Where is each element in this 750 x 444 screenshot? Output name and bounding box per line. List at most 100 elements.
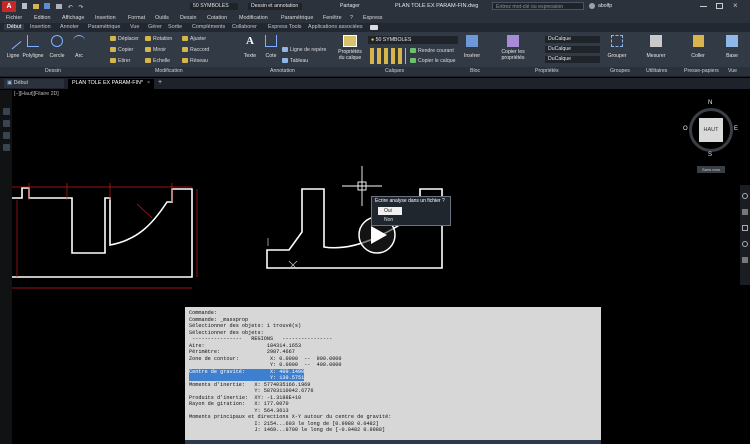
menu-fichier[interactable]: Fichier [6,15,22,21]
menu-affichage[interactable]: Affichage [62,15,84,21]
share-button[interactable]: Partager [340,3,360,9]
close-icon[interactable]: × [733,1,738,10]
compass-east[interactable]: E [734,126,738,132]
new-tab-icon[interactable]: + [158,79,162,86]
undo-icon[interactable]: ↶ [68,5,73,11]
tab-annoter[interactable]: Annoter [60,24,79,30]
doc-tab-drawing[interactable]: PLAN TOLE EX PARAM-FIN* × [68,79,154,89]
menu-help[interactable]: ? [350,15,353,21]
group-label-modification[interactable]: Modification [155,68,183,74]
menu-edition[interactable]: Edition [34,15,50,21]
leader-tool[interactable]: Ligne de repère [282,47,326,53]
group-label-dessin[interactable]: Dessin [45,68,61,74]
zoom-icon[interactable] [742,225,748,231]
palette-icon-2[interactable] [3,120,10,127]
compass-south[interactable]: S [708,152,712,158]
tab-parametrique[interactable]: Paramétrique [88,24,120,30]
user-icon[interactable] [589,3,595,9]
fillet-tool[interactable]: Raccord [182,47,209,53]
menu-insertion[interactable]: Insertion [95,15,116,21]
match-properties-tool[interactable]: Copier les propriétés [498,35,528,65]
tab-applications-associees[interactable]: Applications associées [308,24,363,30]
menu-fenetre[interactable]: Fenêtre [323,15,342,21]
menu-outils[interactable]: Outils [155,15,169,21]
compass-north[interactable]: N [708,100,712,106]
lineweight-dropdown[interactable]: DuCalque [545,56,600,63]
tab-insertion[interactable]: Insertion [30,24,51,30]
tab-close-icon[interactable]: × [147,80,150,86]
group-label-calques[interactable]: Calques [385,68,404,74]
scale-tool[interactable]: Echelle [145,58,170,64]
group-label-bloc[interactable]: Bloc [470,68,480,74]
maximize-icon[interactable] [716,3,723,9]
command-history-window[interactable]: Commande: Commande: _massprop Sélectionn… [185,307,601,444]
group-label-proprietes[interactable]: Propriétés [535,68,559,74]
workspace-dropdown[interactable]: Dessin et annotation [248,3,302,10]
search-input[interactable]: Entrez mot-clé ou expression [492,2,584,10]
tab-debut[interactable]: Début [4,24,25,30]
make-current-button[interactable]: Rendre courant [410,48,454,54]
tab-gerer[interactable]: Gérer [148,24,162,30]
tab-express-tools[interactable]: Express Tools [268,24,301,30]
tab-collaborer[interactable]: Collaborer [232,24,257,30]
nav-wheel-icon[interactable] [742,193,748,199]
stretch-tool[interactable]: Etirer [110,58,130,64]
ribbon-toggle-icon[interactable] [370,25,378,30]
open-icon[interactable] [32,4,39,9]
save-icon[interactable] [44,3,51,9]
menu-express[interactable]: Express [363,15,382,21]
measure-tool[interactable]: Mesurer [645,35,667,63]
menu-format[interactable]: Format [128,15,145,21]
copy-to-layer-button[interactable]: Copier le calque [410,58,456,64]
palette-icon-4[interactable] [3,144,10,151]
group-label-annotation[interactable]: Annotation [270,68,295,74]
showmotion-icon[interactable] [742,257,748,263]
user-name[interactable]: abolfp [598,3,612,9]
table-tool[interactable]: Tableau [282,58,308,64]
dialog-option-no-box[interactable]: Non [378,216,402,224]
command-input-bar[interactable] [185,440,601,444]
paste-tool[interactable]: Coller [688,35,708,63]
layer-color-dropdown[interactable]: DuCalque [545,36,600,43]
circle-tool[interactable]: Cercle [48,35,66,63]
array-tool[interactable]: Réseau [182,58,208,64]
arc-tool[interactable]: Arc [70,35,88,63]
tab-sortie[interactable]: Sortie [168,24,182,30]
line-tool[interactable]: Ligne [4,32,22,63]
quick-layer-dropdown[interactable]: 50 SYMBOLES [190,3,238,10]
group-label-vue[interactable]: Vue [728,68,737,74]
viewcube-top-face[interactable]: HAUT [699,118,723,142]
insert-block-tool[interactable]: Insérer [463,35,481,63]
wcs-dropdown[interactable]: Sans nom [697,166,725,173]
dialog-option-yes-box[interactable]: Oui [378,207,402,215]
pan-icon[interactable] [742,209,748,215]
trim-tool[interactable]: Ajuster [182,36,206,42]
menu-modification[interactable]: Modification [239,15,268,21]
menu-cotation[interactable]: Cotation [207,15,227,21]
group-label-presse-papiers[interactable]: Presse-papiers [684,68,719,74]
palette-icon-3[interactable] [3,132,10,139]
linetype-dropdown[interactable]: DuCalque [545,46,600,53]
layer-tools-icons[interactable] [370,48,406,64]
base-view-tool[interactable]: Base [722,35,742,63]
polyline-tool[interactable]: Polyligne [22,35,44,63]
redo-icon[interactable]: ↷ [78,5,83,11]
part-left[interactable] [12,187,193,278]
menu-parametrique[interactable]: Paramétrique [281,15,313,21]
minimize-icon[interactable] [700,6,707,7]
new-icon[interactable] [22,3,27,9]
current-layer-dropdown[interactable]: ● 50 SYMBOLES [368,36,458,44]
group-label-groupes[interactable]: Groupes [610,68,630,74]
layer-properties-tool[interactable]: Propriétés du calque [336,35,364,65]
group-tool[interactable]: Grouper [606,35,628,63]
orbit-icon[interactable] [742,241,748,247]
tab-complements[interactable]: Compléments [192,24,225,30]
dimension-tool[interactable]: Cote [262,35,280,63]
menu-dessin[interactable]: Dessin [180,15,196,21]
mirror-tool[interactable]: Miroir [145,47,166,53]
tab-vue[interactable]: Vue [130,24,139,30]
palette-icon-1[interactable] [3,108,10,115]
copy-tool[interactable]: Copier [110,47,133,53]
group-label-utilitaires[interactable]: Utilitaires [646,68,667,74]
compass-west[interactable]: O [683,126,688,132]
